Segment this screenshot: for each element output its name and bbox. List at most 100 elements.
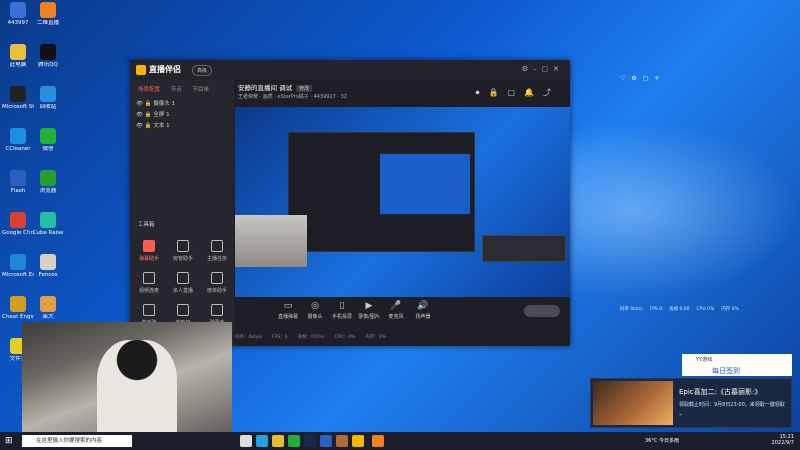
control-button[interactable]: ◎ 摄像头 bbox=[302, 301, 328, 320]
desktop-icon[interactable]: 443997 bbox=[2, 2, 34, 26]
desktop-icon[interactable]: Cube Raise bbox=[32, 212, 64, 236]
toolbox-item[interactable]: 榜单助手 bbox=[204, 272, 230, 294]
app-title: 直播伴侣 bbox=[149, 65, 181, 74]
status-item: CPU：0% bbox=[334, 335, 356, 340]
desktop-icon[interactable]: 此电脑 bbox=[2, 44, 34, 68]
edit-room-chip[interactable]: 修改 bbox=[296, 85, 313, 92]
start-live-button[interactable] bbox=[524, 305, 560, 317]
task-view-icon[interactable] bbox=[240, 435, 252, 447]
tab-node[interactable]: 节点 bbox=[171, 87, 182, 93]
tab-scene[interactable]: 场景配置 bbox=[138, 87, 160, 93]
taskbar: ⊞ 在这里输入你要搜索的内容 36°C 今日多雨 15:21 2022/9/7 bbox=[0, 432, 800, 450]
control-label: 录像/图片 bbox=[358, 314, 380, 320]
search-placeholder: 在这里输入你要搜索的内容 bbox=[36, 438, 103, 444]
desktop-icon[interactable]: Cheat Engine bbox=[2, 296, 34, 320]
desktop-icon[interactable]: 柴犬 bbox=[32, 296, 64, 320]
control-button[interactable]: 🎤 麦克风 bbox=[383, 301, 409, 320]
desktop-icon[interactable]: CCleaner bbox=[2, 128, 34, 152]
epic-notification[interactable]: Epic喜加二:《古墓丽影:》 领取截止时间：9月8日23:00，来领取一键领取… bbox=[590, 378, 792, 428]
control-label: 手机投屏 bbox=[331, 314, 352, 320]
tool-icon bbox=[211, 304, 223, 316]
yy-popup-header: YY游戏 bbox=[696, 357, 713, 363]
streamer-figure bbox=[97, 340, 177, 440]
desktop-icon[interactable]: 浏览器 bbox=[32, 170, 64, 194]
app-icon bbox=[40, 170, 56, 186]
toolbox-item[interactable]: 主播任务 bbox=[204, 240, 230, 262]
app-icon bbox=[10, 2, 26, 18]
refresh-icons[interactable]: ♡⚙▢+ bbox=[620, 75, 665, 82]
control-bar: ▭ 直播弹幕 ◎ 摄像头 ▯ 手机投屏 ▶ 录像/图片 🎤 麦克风 🔊 扬声器 bbox=[235, 297, 570, 327]
app-icon bbox=[10, 296, 26, 312]
desktop-icon[interactable]: Google Chrome bbox=[2, 212, 34, 236]
desktop-icon[interactable]: 微信 bbox=[32, 128, 64, 152]
game-taskbar-icon[interactable] bbox=[336, 435, 348, 447]
taskbar-search[interactable]: 在这里输入你要搜索的内容 bbox=[22, 435, 132, 447]
desktop-icon[interactable]: 腾讯QQ bbox=[32, 44, 64, 68]
control-button[interactable]: ▶ 录像/图片 bbox=[356, 301, 382, 320]
control-label: 直播弹幕 bbox=[277, 314, 298, 320]
toolbox-item[interactable]: 视频连麦 bbox=[136, 272, 162, 294]
weather-widget[interactable]: 36°C 今日多雨 bbox=[645, 437, 679, 444]
desktop-icon[interactable]: Microsoft Edge bbox=[2, 254, 34, 278]
close-icon[interactable]: ✕ bbox=[553, 65, 564, 73]
desktop-icon[interactable]: Fences bbox=[32, 254, 64, 278]
right-stats: 码率 0kb/s FPS 0 丢帧 0.00 CPU 0% 内存 0% bbox=[620, 306, 746, 312]
tool-label: 多人直播 bbox=[172, 288, 193, 294]
record-icon[interactable]: ⏺ bbox=[476, 88, 489, 97]
control-label: 扬声器 bbox=[415, 314, 431, 320]
control-icon: 🎤 bbox=[390, 301, 402, 311]
qq-taskbar-icon[interactable] bbox=[320, 435, 332, 447]
tool-label: 榜单助手 bbox=[206, 288, 227, 294]
scene-item[interactable]: 👁 🔒 摄像头 1 bbox=[136, 99, 175, 107]
live-companion-window[interactable]: 直播伴侣 高级 ⚙–▢✕ 场景配置 节点 节目单 👁 🔒 摄像头 1 👁 🔒 全… bbox=[130, 60, 570, 346]
toolbox-item[interactable]: 多人直播 bbox=[170, 272, 196, 294]
lock-icon[interactable]: 🔒 bbox=[489, 88, 508, 97]
settings-icon[interactable]: ⚙ bbox=[522, 65, 533, 73]
app-logo: 直播伴侣 bbox=[136, 64, 181, 75]
app-title-bar[interactable]: 直播伴侣 高级 ⚙–▢✕ bbox=[130, 60, 570, 80]
status-item: 码率：0kbps bbox=[235, 335, 263, 340]
yy-game-popup[interactable]: YY游戏 每日签到 bbox=[682, 354, 792, 376]
maximize-icon[interactable]: ▢ bbox=[542, 65, 554, 73]
scene-label: 文本 1 bbox=[153, 123, 170, 129]
steam-taskbar-icon[interactable] bbox=[304, 435, 316, 447]
start-icon[interactable]: ⊞ bbox=[5, 436, 13, 446]
live-companion-taskbar-icon[interactable] bbox=[352, 435, 364, 447]
window-controls[interactable]: ⚙–▢✕ bbox=[522, 65, 564, 73]
bell-icon[interactable]: 🔔 bbox=[524, 88, 543, 97]
scene-item[interactable]: 👁 🔒 文本 1 bbox=[136, 121, 170, 129]
stream-preview[interactable] bbox=[235, 107, 570, 297]
toolbox-item[interactable]: 弹幕助手 bbox=[136, 240, 162, 262]
toolbox-item[interactable]: 房管助手 bbox=[170, 240, 196, 262]
scene-item[interactable]: 👁 🔒 全屏 1 bbox=[136, 110, 170, 118]
app-icon bbox=[10, 44, 26, 60]
desktop-icon[interactable]: Flash bbox=[2, 170, 34, 194]
desktop-icon[interactable]: Microsoft Store bbox=[2, 86, 34, 110]
layout-icon[interactable]: ▢ bbox=[507, 88, 524, 97]
control-button[interactable]: 🔊 扬声器 bbox=[410, 301, 436, 320]
tool-label: 房管助手 bbox=[172, 256, 193, 262]
desktop-icon-label: CCleaner bbox=[5, 146, 31, 152]
tool-label: 弹幕助手 bbox=[138, 256, 159, 262]
share-icon[interactable]: ⤴ bbox=[543, 88, 560, 97]
explorer-taskbar-icon[interactable] bbox=[272, 435, 284, 447]
edge-taskbar-icon[interactable] bbox=[256, 435, 268, 447]
wechat-taskbar-icon[interactable] bbox=[288, 435, 300, 447]
app-taskbar-icon[interactable] bbox=[372, 435, 384, 447]
header-icons: ⏺🔒▢🔔⤴ bbox=[476, 87, 561, 98]
yy-popup-body[interactable]: 每日签到 bbox=[712, 366, 740, 376]
desktop-icon-label: 二维直播 bbox=[36, 20, 59, 26]
control-icon: 🔊 bbox=[417, 301, 429, 311]
minimize-icon[interactable]: – bbox=[533, 65, 542, 73]
version-badge[interactable]: 高级 bbox=[192, 65, 213, 76]
tab-program[interactable]: 节目单 bbox=[193, 87, 210, 93]
control-button[interactable]: ▭ 直播弹幕 bbox=[275, 301, 301, 320]
desktop-icon[interactable]: 回收站 bbox=[32, 86, 64, 110]
preview-webcam bbox=[235, 215, 307, 267]
notification-more[interactable]: » bbox=[679, 412, 682, 418]
desktop-icon-label: Cube Raise bbox=[32, 230, 64, 236]
system-clock[interactable]: 15:21 2022/9/7 bbox=[772, 434, 794, 446]
app-icon bbox=[10, 86, 26, 102]
control-button[interactable]: ▯ 手机投屏 bbox=[329, 301, 355, 320]
desktop-icon[interactable]: 二维直播 bbox=[32, 2, 64, 26]
